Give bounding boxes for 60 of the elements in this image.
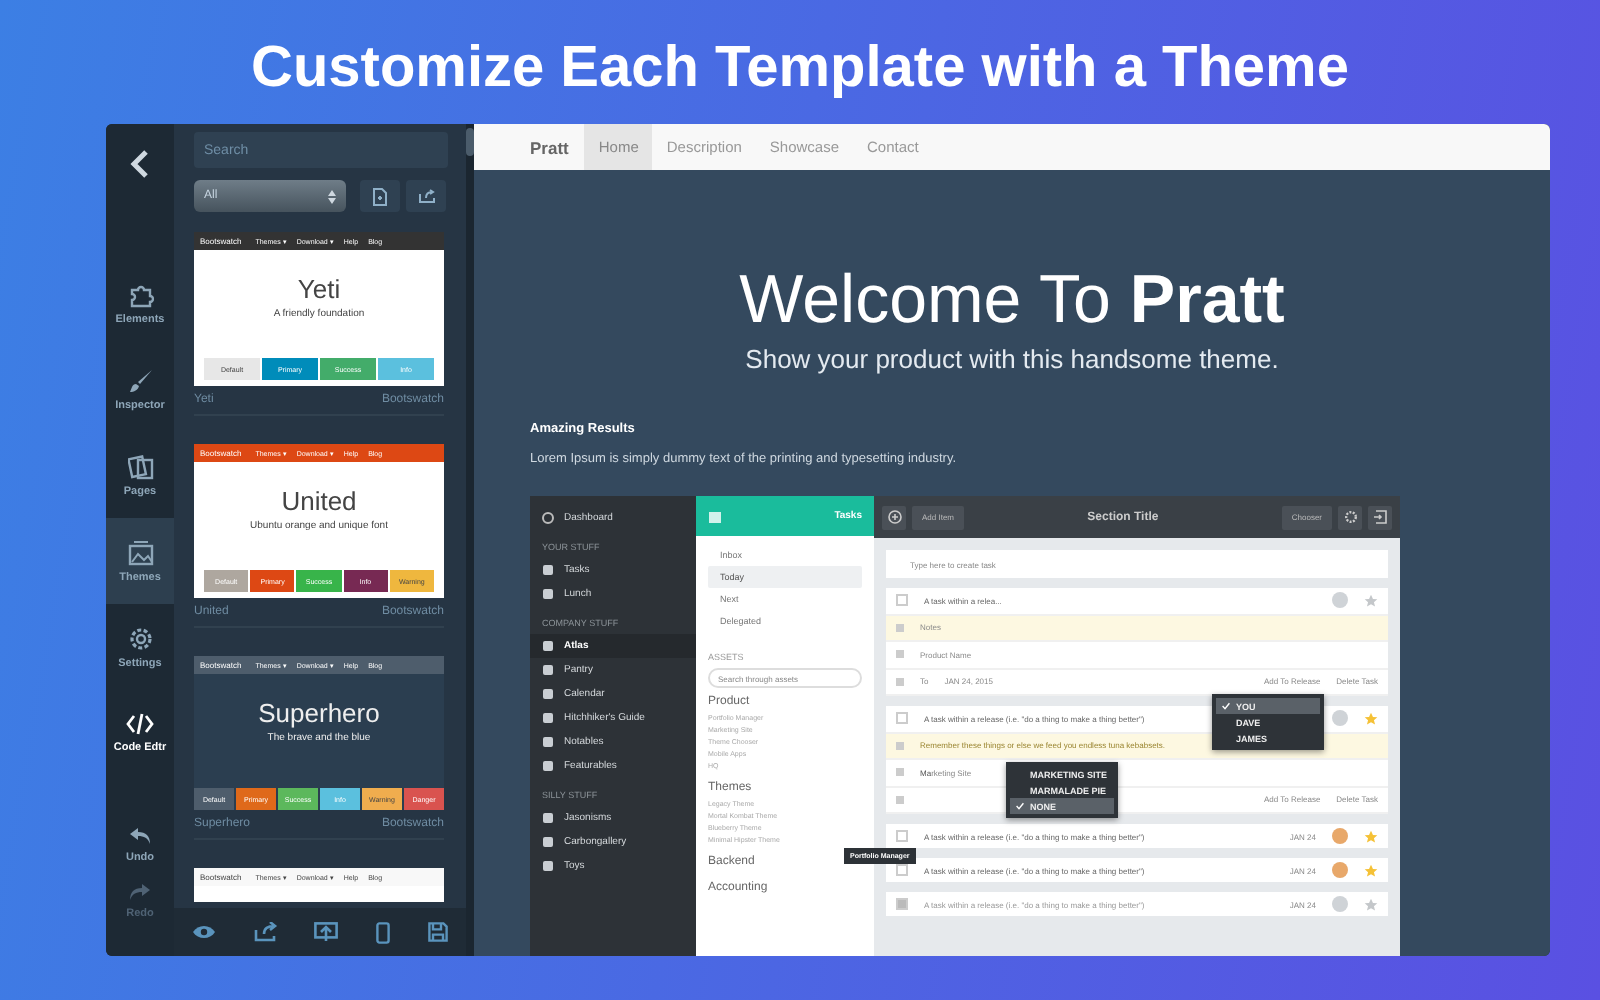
checkbox[interactable] <box>896 594 908 607</box>
tile-icon <box>542 860 554 872</box>
avatar[interactable] <box>1332 828 1348 844</box>
redo-icon <box>128 881 152 901</box>
puzzle-icon <box>127 281 153 307</box>
theme-title: Superhero <box>258 698 380 728</box>
theme-title: Yeti <box>297 274 341 304</box>
save-icon[interactable] <box>427 922 448 942</box>
star-icon[interactable] <box>1364 897 1378 911</box>
tile-icon <box>542 688 554 700</box>
star-icon[interactable] <box>1364 829 1378 843</box>
star-icon[interactable] <box>1364 593 1378 608</box>
settings-button[interactable] <box>1338 505 1362 529</box>
checkbox[interactable] <box>896 864 908 876</box>
scrollbar-thumb[interactable] <box>466 128 474 156</box>
undo-icon <box>128 825 152 845</box>
checkbox[interactable] <box>896 830 908 842</box>
tile-icon <box>542 640 554 652</box>
tile-icon <box>542 664 554 676</box>
exit-button[interactable] <box>1368 505 1392 529</box>
theme-title: United <box>281 486 357 516</box>
brush-icon <box>127 367 153 393</box>
phone-icon[interactable] <box>376 921 391 943</box>
eye-icon[interactable] <box>192 924 217 940</box>
updown-icon <box>328 189 336 203</box>
hero-title: Welcome To Pratt <box>737 260 1287 340</box>
tile-icon <box>542 712 554 724</box>
star-icon[interactable] <box>1364 711 1378 726</box>
star-icon[interactable] <box>1364 863 1378 877</box>
pages-icon <box>127 453 153 479</box>
export-button[interactable] <box>406 180 446 212</box>
check-icon <box>1222 702 1230 710</box>
tile-icon <box>542 588 554 600</box>
tile-icon <box>542 564 554 576</box>
new-file-icon <box>372 187 388 205</box>
settings-icon <box>1343 510 1357 524</box>
upload-icon[interactable] <box>314 922 339 942</box>
checkbox[interactable] <box>896 898 908 910</box>
avatar[interactable] <box>1332 896 1348 912</box>
check-icon <box>1016 802 1024 810</box>
site-brand[interactable]: Pratt <box>530 124 569 170</box>
new-file-button[interactable] <box>360 180 400 212</box>
avatar[interactable] <box>1332 592 1348 609</box>
tile-icon <box>542 836 554 848</box>
tile-icon <box>542 760 554 772</box>
tile-icon <box>542 736 554 748</box>
share-icon[interactable] <box>253 922 278 942</box>
exit-icon <box>1373 510 1387 524</box>
add-circle-button[interactable] <box>882 505 906 529</box>
avatar[interactable] <box>1332 862 1348 878</box>
avatar[interactable] <box>1332 710 1348 727</box>
tile-icon <box>542 812 554 824</box>
hero-subtitle: Show your product with this handsome theme. <box>743 342 1281 378</box>
code-icon <box>126 712 154 736</box>
headline: Customize Each Template with a Theme <box>249 34 1351 104</box>
share-icon <box>417 188 435 204</box>
plus-icon <box>887 510 901 524</box>
themes-icon <box>127 539 153 565</box>
checkbox[interactable] <box>896 712 908 725</box>
settings-icon <box>127 625 153 651</box>
